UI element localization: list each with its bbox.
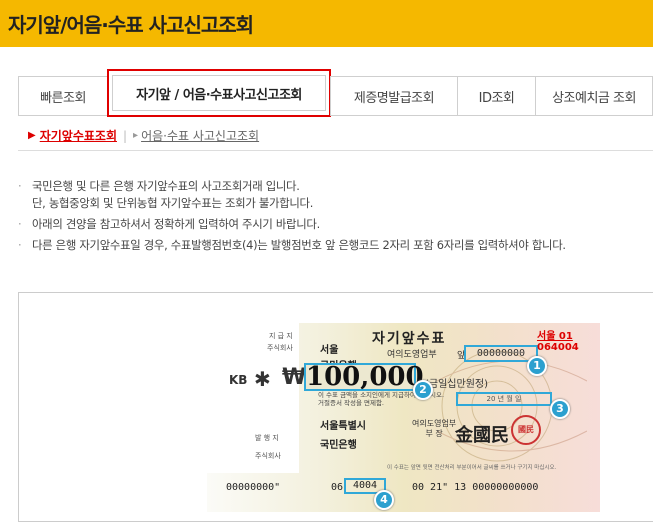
payer-branch: 여의도영업부 (387, 350, 437, 360)
bullet-icon: · (18, 238, 22, 252)
tab-label: ID조회 (478, 90, 515, 106)
marker-3: 3 (550, 399, 570, 419)
notice-item: 아래의 견양을 참고하셔서 정확하게 입력하여 주시기 바랍니다. (32, 217, 320, 231)
cheque-title: 자기앞수표 (372, 331, 447, 347)
kb-star-icon: ✱ (254, 367, 271, 391)
red-code: 서울 01 064004 (537, 331, 579, 353)
bullet-icon: · (18, 179, 22, 193)
tab-label: 제증명발급조회 (353, 90, 435, 106)
issue-label: 주식회사 (255, 452, 281, 460)
issuer-branch-line: 여의도영업부 (412, 419, 457, 428)
tab-label: 상조예치금 조회 (552, 90, 636, 106)
micr-code: 06 (331, 482, 344, 493)
cheque-fineprint: 이 수표는 앞면 뒷면 전산처리 부분이어서 글씨를 쓰거나 구기지 마십시오. (387, 465, 557, 471)
subtab-cheque[interactable]: 자기앞수표조회 (40, 127, 117, 144)
manager-name: 金國民 (455, 425, 509, 446)
red-code-line: 064004 (537, 342, 579, 353)
issuer-bank: 서울특별시 국민은행 (320, 417, 366, 451)
cheque-note-line: 거절증서 작성을 면제함. (318, 399, 384, 407)
issuer-region: 서울특별시 (320, 421, 366, 432)
serial-number-box: 00000000 (464, 345, 538, 362)
tab-cheque-accident[interactable]: 자기앞 / 어음·수표사고신고조회 (107, 69, 331, 117)
amount-box: 100,000 (304, 362, 424, 392)
marker-4: 4 (374, 490, 394, 510)
tab-id[interactable]: ID조회 (457, 76, 536, 116)
payer-region: 서울 (320, 345, 339, 356)
subtab-separator: | (122, 128, 128, 143)
stub-label: 주식회사 (267, 344, 293, 352)
date-box: 20 년 월 일 (456, 392, 552, 406)
tab-deposit[interactable]: 상조예치금 조회 (535, 76, 653, 116)
tab-quick[interactable]: 빠른조회 (18, 76, 108, 116)
notice-item: 단, 농협중앙회 및 단위농협 자기앞수표는 조회가 불가합니다. (32, 196, 314, 210)
seal-stamp: 國民 (511, 415, 541, 445)
tab-certificate[interactable]: 제증명발급조회 (330, 76, 458, 116)
marker-2: 2 (413, 380, 433, 400)
title-bar: 자기앞/어음·수표 사고신고조회 (0, 0, 653, 47)
kb-logo: KB (229, 373, 248, 387)
subtab-bill-accident[interactable]: 어음·수표 사고신고조회 (141, 127, 259, 144)
issuer-branch-line: 부 장 (425, 429, 443, 438)
marker-1: 1 (527, 356, 547, 376)
micr-account: 00 21" 13 00000000000 (412, 482, 539, 493)
bullet-icon: · (18, 217, 22, 231)
won-symbol: ₩ (282, 365, 307, 390)
notice-item: 국민은행 및 다른 은행 자기앞수표의 사고조회거래 입니다. (32, 179, 300, 193)
notice-item: 다른 은행 자기앞수표일 경우, 수표발행점번호(4)는 발행점번호 앞 은행코… (32, 238, 566, 252)
red-code-line: 서울 01 (537, 331, 573, 342)
subtab-bar: ▶ 자기앞수표조회 | ▸ 어음·수표 사고신고조회 (28, 127, 259, 144)
tab-label: 자기앞 / 어음·수표사고신고조회 (136, 87, 302, 103)
arrow-icon: ▶ (28, 130, 36, 141)
tab-bar: 빠른조회 자기앞 / 어음·수표사고신고조회 제증명발급조회 ID조회 상조예치… (18, 69, 653, 117)
issue-label: 발 행 지 (255, 434, 279, 442)
amount-korean: (금일십만원정) (425, 379, 489, 390)
notice-list: · 국민은행 및 다른 은행 자기앞수표의 사고조회거래 입니다. 단, 농협중앙… (18, 178, 653, 254)
tab-label: 빠른조회 (40, 90, 86, 106)
arrow-icon: ▸ (133, 130, 139, 141)
page-title: 자기앞/어음·수표 사고신고조회 (8, 13, 254, 37)
issuer-branch: 여의도영업부 부 장 (412, 419, 456, 439)
issuer-bank-name: 국민은행 (320, 440, 357, 451)
stub-label: 지 급 지 (269, 332, 293, 340)
divider (18, 150, 653, 151)
cheque-sample-image: 지 급 지 주식회사 자기앞수표 서울 국민은행 여의도영업부 앞 000000… (207, 323, 600, 512)
micr-serial: 00000000" (226, 482, 281, 493)
